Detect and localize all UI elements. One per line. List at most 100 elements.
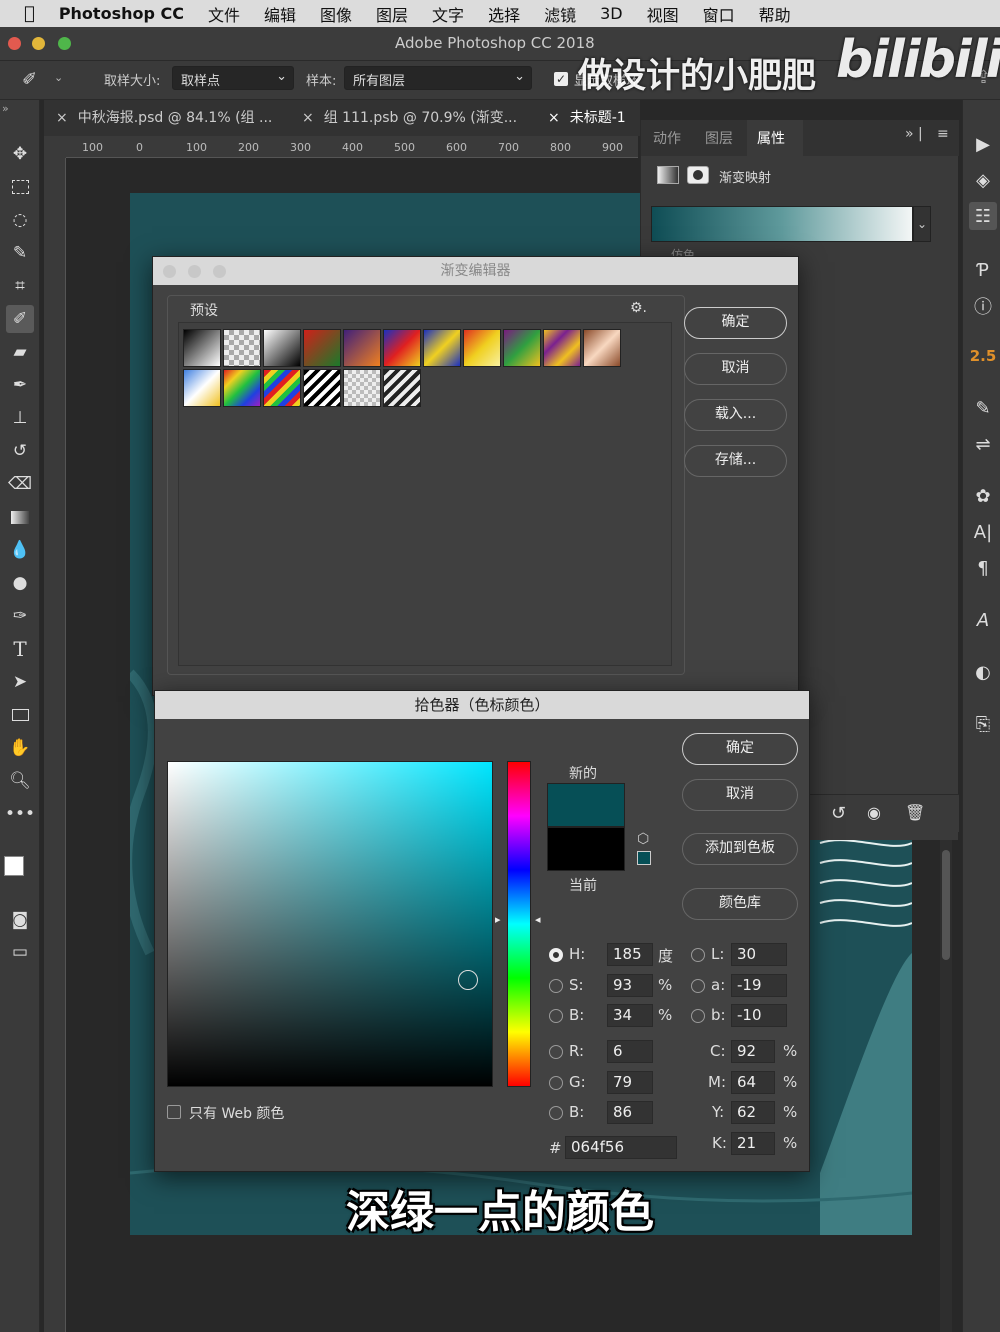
menu-edit[interactable]: 编辑 (264, 2, 296, 26)
chevron-down-icon[interactable]: ⌄ (913, 206, 931, 242)
r-field[interactable]: 6 (607, 1040, 653, 1063)
menu-file[interactable]: 文件 (208, 2, 240, 26)
adjustments-icon[interactable]: ⇌ (969, 430, 997, 458)
properties-icon[interactable]: ☷ (969, 202, 997, 230)
blur-tool-icon[interactable]: 💧 (6, 536, 34, 564)
hue-slider-right-arrow[interactable]: ◂ (535, 913, 541, 926)
tab-untitled[interactable]: × 未标题-1 (548, 100, 638, 136)
menu-select[interactable]: 选择 (488, 2, 520, 26)
close-window-button[interactable] (8, 37, 21, 50)
picker-cancel-button[interactable]: 取消 (682, 779, 798, 811)
hue-slider[interactable] (507, 761, 531, 1087)
m-field[interactable]: 64 (731, 1071, 775, 1094)
history-icon[interactable]: ⎘ (969, 710, 997, 738)
l-radio[interactable] (691, 948, 705, 962)
minimize-dialog-button[interactable] (188, 265, 201, 278)
color-icon[interactable]: ◐ (969, 658, 997, 686)
menu-help[interactable]: 帮助 (759, 2, 791, 26)
character-icon[interactable]: A| (969, 518, 997, 546)
h-field[interactable]: 185 (607, 943, 653, 966)
h-radio[interactable] (549, 948, 563, 962)
preset-swatch[interactable] (263, 369, 301, 407)
menu-image[interactable]: 图像 (320, 2, 352, 26)
more-tools-icon[interactable]: ••• (5, 800, 35, 828)
gradient-cancel-button[interactable]: 取消 (684, 353, 787, 385)
gradient-preview[interactable] (651, 206, 913, 242)
marquee-tool-icon[interactable] (6, 173, 34, 201)
tab-group-111[interactable]: × 组 111.psb @ 70.9% (渐变... (302, 100, 532, 136)
preset-swatch[interactable] (463, 329, 501, 367)
sample-select[interactable]: 所有图层 ⌄ (344, 66, 532, 90)
color-libraries-button[interactable]: 颜色库 (682, 888, 798, 920)
type-tool-icon[interactable]: T (6, 635, 34, 663)
eyedropper-tool-icon[interactable]: ✐ (6, 305, 34, 333)
play-icon[interactable]: ▶ (969, 130, 997, 158)
screen-mode-icon[interactable]: ▭ (6, 938, 34, 966)
r-radio[interactable] (549, 1045, 563, 1059)
lab-b-radio[interactable] (691, 1009, 705, 1023)
b-field[interactable]: 34 (607, 1004, 653, 1027)
preset-swatch[interactable] (303, 329, 341, 367)
panel-menu-icon[interactable]: ≡ (937, 126, 949, 142)
quick-select-tool-icon[interactable]: ✎ (6, 239, 34, 267)
mask-icon[interactable] (687, 166, 709, 184)
preset-swatch[interactable] (223, 369, 261, 407)
menu-filter[interactable]: 滤镜 (544, 2, 576, 26)
zoom-tool-icon[interactable]: 🔍︎ (6, 767, 34, 795)
y-field[interactable]: 62 (731, 1101, 775, 1124)
sample-size-select[interactable]: 取样点 ⌄ (172, 66, 294, 90)
a-field[interactable]: -19 (731, 974, 787, 997)
brush-tool-icon[interactable]: ✒ (6, 371, 34, 399)
preset-swatch[interactable] (183, 329, 221, 367)
preset-swatch[interactable] (343, 369, 381, 407)
swatches-icon[interactable]: ✿ (969, 482, 997, 510)
trash-icon[interactable]: 🗑︎ (905, 803, 925, 822)
close-icon[interactable]: × (548, 110, 560, 126)
preset-swatch[interactable] (263, 329, 301, 367)
brush-settings-icon[interactable]: ✎ (969, 394, 997, 422)
g-field[interactable]: 79 (607, 1071, 653, 1094)
crop-tool-icon[interactable]: ⌗ (6, 272, 34, 300)
color-field[interactable] (167, 761, 493, 1087)
rgb-b-field[interactable]: 86 (607, 1101, 653, 1124)
menu-view[interactable]: 视图 (647, 2, 679, 26)
preset-swatch[interactable] (303, 369, 341, 407)
preset-swatch[interactable] (343, 329, 381, 367)
web-safe-swatch-icon[interactable] (637, 851, 651, 865)
preset-swatch[interactable] (383, 369, 421, 407)
paragraph-icon[interactable]: ¶ (969, 554, 997, 582)
gradient-save-button[interactable]: 存储... (684, 445, 787, 477)
web-only-checkbox[interactable] (167, 1105, 181, 1119)
menu-3d[interactable]: 3D (600, 4, 623, 23)
menu-window[interactable]: 窗口 (703, 2, 735, 26)
maximize-window-button[interactable] (58, 37, 71, 50)
l-field[interactable]: 30 (731, 943, 787, 966)
app-menu[interactable]: Photoshop CC (59, 4, 184, 23)
layers-icon[interactable]: ◈ (969, 166, 997, 194)
close-icon[interactable]: × (302, 110, 314, 126)
s-field[interactable]: 93 (607, 974, 653, 997)
lab-b-field[interactable]: -10 (731, 1004, 787, 1027)
menu-layer[interactable]: 图层 (376, 2, 408, 26)
preset-swatch[interactable] (383, 329, 421, 367)
zoom-dialog-button[interactable] (213, 265, 226, 278)
healing-tool-icon[interactable]: ▰ (6, 338, 34, 366)
tab-properties[interactable]: 属性 (747, 120, 803, 156)
preset-swatch[interactable] (423, 329, 461, 367)
preset-swatch[interactable] (183, 369, 221, 407)
info-icon[interactable]: ⓘ (969, 292, 997, 320)
close-icon[interactable]: × (56, 110, 68, 126)
stamp-tool-icon[interactable]: ⊥ (6, 404, 34, 432)
glyphs-icon[interactable]: A (969, 606, 997, 634)
gear-icon[interactable]: ⚙. (630, 300, 647, 316)
cube-icon[interactable]: ⬡ (637, 831, 649, 847)
paragraph-style-icon[interactable]: Ƥ (969, 256, 997, 284)
b-radio[interactable] (549, 1009, 563, 1023)
preset-swatch[interactable] (583, 329, 621, 367)
chevron-down-icon[interactable]: ⌄ (54, 71, 63, 84)
path-select-tool-icon[interactable]: ➤ (6, 668, 34, 696)
pen-tool-icon[interactable]: ✑ (6, 602, 34, 630)
eraser-tool-icon[interactable]: ⌫ (6, 470, 34, 498)
preset-swatch[interactable] (543, 329, 581, 367)
a-radio[interactable] (691, 979, 705, 993)
